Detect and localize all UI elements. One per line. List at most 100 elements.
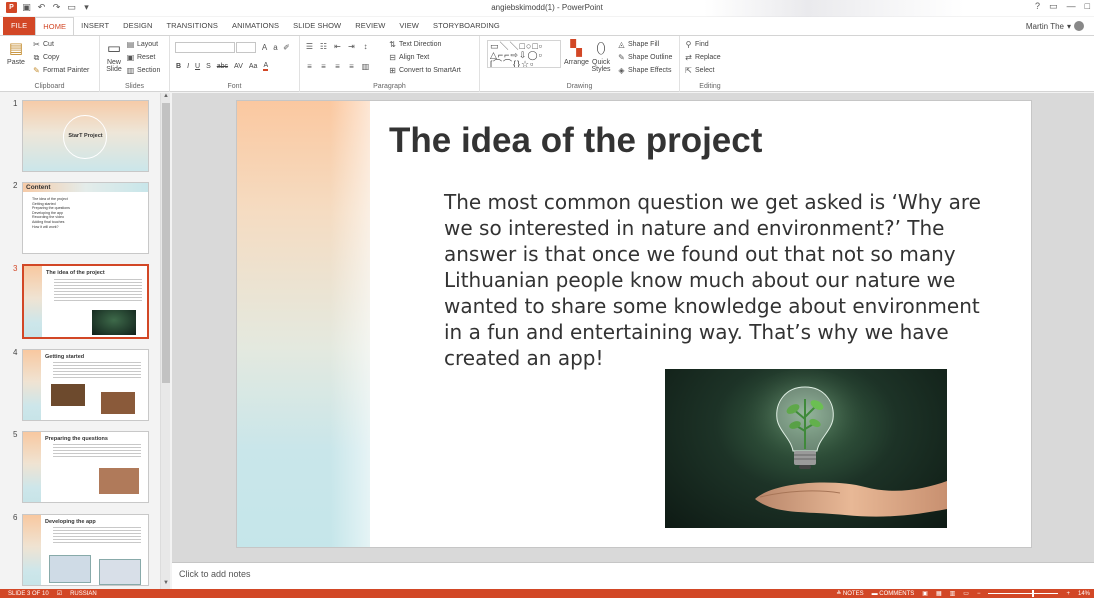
scroll-up-icon[interactable]: ▲ <box>161 93 171 102</box>
slide-thumbnail-5[interactable]: Preparing the questions <box>22 431 149 503</box>
grow-font-button[interactable]: Aa ✐ <box>260 43 291 52</box>
comments-label: COMMENTS <box>879 590 915 597</box>
numbering-icon[interactable]: ☷ <box>319 42 328 51</box>
list-item: The idea of the project <box>32 197 68 201</box>
scroll-handle[interactable] <box>162 103 170 383</box>
shadow-button[interactable]: S <box>206 63 211 70</box>
align-text-button[interactable]: ⊟ Align Text <box>388 53 429 62</box>
tab-file[interactable]: FILE <box>3 17 36 35</box>
notes-button[interactable]: ≙ NOTES <box>836 590 863 597</box>
text-direction-button[interactable]: ⇅ Text Direction <box>388 40 441 49</box>
italic-button[interactable]: I <box>187 63 189 70</box>
shape-outline-label: Shape Outline <box>628 54 673 61</box>
align-center-icon[interactable]: ≡ <box>319 62 328 71</box>
bullets-icon[interactable]: ☰ <box>305 42 314 51</box>
replace-button[interactable]: ⇄ Replace <box>684 53 721 62</box>
cut-button[interactable]: ✂ Cut <box>32 40 54 49</box>
spacing-button[interactable]: AV <box>234 63 243 70</box>
slide-body-text[interactable]: The most common question we get asked is… <box>444 189 1004 371</box>
thumbnails-scrollbar[interactable]: ▲ ▼ <box>160 93 170 589</box>
shape-fill-button[interactable]: ◬ Shape Fill <box>617 40 659 49</box>
tab-animations[interactable]: ANIMATIONS <box>225 17 286 35</box>
select-button[interactable]: ⇱ Select <box>684 66 714 75</box>
arrange-button[interactable]: ▚ Arrange <box>564 39 589 66</box>
grow-font-icon: A <box>261 43 268 52</box>
tab-storyboarding[interactable]: STORYBOARDING <box>426 17 507 35</box>
language-indicator[interactable]: RUSSIAN <box>70 591 97 597</box>
tab-review[interactable]: REVIEW <box>348 17 392 35</box>
new-slide-button[interactable]: ▭ New Slide <box>103 39 125 73</box>
binoculars-icon: ⚲ <box>685 40 692 49</box>
ribbon-display-button[interactable]: ▭ <box>1049 1 1058 12</box>
tab-transitions[interactable]: TRANSITIONS <box>159 17 225 35</box>
slide-thumbnail-2[interactable]: Content The idea of the project Getting … <box>22 182 149 254</box>
current-slide[interactable]: The idea of the project The most common … <box>236 100 1032 548</box>
user-name: Martin The <box>1025 21 1064 31</box>
paste-button[interactable]: ▤ Paste <box>4 39 28 66</box>
decrease-indent-icon[interactable]: ⇤ <box>333 42 342 51</box>
tab-insert[interactable]: INSERT <box>74 17 116 35</box>
lightbulb-in-hand-image[interactable] <box>665 369 947 528</box>
thumbnail-title: Developing the app <box>45 519 96 525</box>
convert-smartart-button[interactable]: ⊞ Convert to SmartArt <box>388 66 461 75</box>
slide-thumbnail-1[interactable]: StarT Project <box>22 100 149 172</box>
tab-slide-show[interactable]: SLIDE SHOW <box>286 17 348 35</box>
select-label: Select <box>695 67 715 74</box>
line-spacing-icon[interactable]: ↕ <box>361 42 370 51</box>
underline-button[interactable]: U <box>195 63 200 70</box>
shapes-gallery[interactable]: ▭＼＼□○□▫ △⌐⌐⇨⇩◯▫ ſ⌒⌒{}☆▫ <box>487 40 561 68</box>
scroll-down-icon[interactable]: ▼ <box>161 580 171 589</box>
list-buttons: ☰ ☷ ⇤ ⇥ ↕ <box>305 42 370 51</box>
section-label: Section <box>137 67 161 74</box>
justify-icon[interactable]: ≡ <box>347 62 356 71</box>
slideshow-icon[interactable]: ▭ <box>963 590 969 597</box>
notes-pane[interactable]: Click to add notes <box>172 562 1094 589</box>
zoom-slider[interactable] <box>988 590 1059 597</box>
slide-thumbnail-6[interactable]: Developing the app <box>22 514 149 586</box>
drawing-group: ▭＼＼□○□▫ △⌐⌐⇨⇩◯▫ ſ⌒⌒{}☆▫ ▚ Arrange ⬯ Quick … <box>480 36 680 92</box>
align-left-icon[interactable]: ≡ <box>305 62 314 71</box>
zoom-level[interactable]: 14% <box>1078 591 1090 597</box>
help-button[interactable]: ? <box>1035 1 1040 12</box>
slide-title[interactable]: The idea of the project <box>389 121 762 161</box>
spelling-icon[interactable]: ☑ <box>57 590 62 597</box>
find-button[interactable]: ⚲ Find <box>684 40 709 49</box>
zoom-slider-thumb[interactable] <box>1032 590 1035 597</box>
drawing-group-label: Drawing <box>566 83 593 90</box>
bold-button[interactable]: B <box>176 63 181 70</box>
layout-button[interactable]: ▤ Layout <box>126 40 158 49</box>
replace-label: Replace <box>695 54 721 61</box>
shape-outline-button[interactable]: ✎ Shape Outline <box>617 53 672 62</box>
font-color-button[interactable]: A <box>263 62 269 71</box>
align-right-icon[interactable]: ≡ <box>333 62 342 71</box>
font-name-input[interactable] <box>175 42 235 53</box>
increase-indent-icon[interactable]: ⇥ <box>347 42 356 51</box>
slide-thumbnail-4[interactable]: Getting started <box>22 349 149 421</box>
comments-button[interactable]: ▬ COMMENTS <box>872 591 915 597</box>
slide-thumbnail-3[interactable]: The idea of the project <box>22 264 149 339</box>
zoom-in-icon[interactable]: + <box>1066 591 1070 597</box>
shape-effects-button[interactable]: ◈ Shape Effects <box>617 66 671 75</box>
quick-styles-button[interactable]: ⬯ Quick Styles <box>588 39 614 74</box>
columns-icon[interactable]: ▥ <box>361 62 370 71</box>
normal-view-icon[interactable]: ▣ <box>922 590 928 597</box>
zoom-out-icon[interactable]: − <box>977 591 981 597</box>
strikethrough-button[interactable]: abc <box>217 63 228 70</box>
tab-view[interactable]: VIEW <box>392 17 426 35</box>
minimize-button[interactable]: — <box>1067 1 1076 12</box>
user-account[interactable]: Martin The ▾ <box>1026 21 1084 31</box>
change-case-button[interactable]: Aa <box>249 63 258 70</box>
section-button[interactable]: ▥ Section <box>126 66 161 75</box>
tab-home[interactable]: HOME <box>35 17 75 35</box>
format-painter-button[interactable]: ✎ Format Painter <box>32 66 89 75</box>
font-size-input[interactable] <box>236 42 256 53</box>
copy-button[interactable]: ⧉ Copy <box>32 53 60 62</box>
window-title: angiebskimodd(1) - PowerPoint <box>491 3 603 12</box>
reset-button[interactable]: ▣ Reset <box>126 53 156 62</box>
text-direction-icon: ⇅ <box>389 40 396 49</box>
tab-design[interactable]: DESIGN <box>116 17 159 35</box>
maximize-button[interactable]: □ <box>1085 1 1090 12</box>
slide-sorter-icon[interactable]: ▦ <box>936 590 942 597</box>
thumbnail-title: Getting started <box>45 354 85 360</box>
reading-view-icon[interactable]: ▥ <box>950 590 956 597</box>
